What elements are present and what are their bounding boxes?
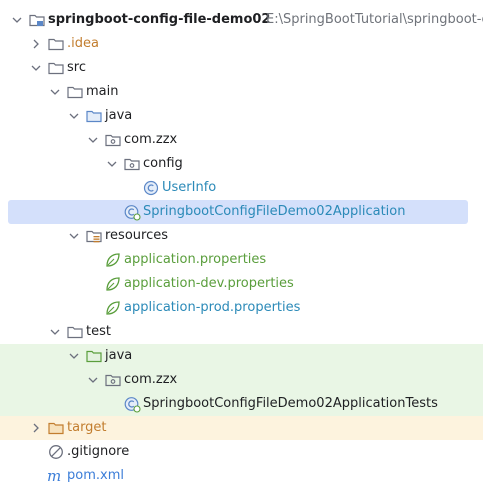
- tree-row-target[interactable]: target: [0, 416, 483, 440]
- source-folder-icon: [86, 110, 102, 123]
- tree-row-gitignore[interactable]: .gitignore: [0, 440, 483, 464]
- application-class-label: SpringbootConfigFileDemo02Application: [143, 204, 406, 219]
- tree-row-main-java[interactable]: java: [0, 104, 483, 128]
- main-folder-label: main: [86, 84, 119, 99]
- pom-label: pom.xml: [67, 468, 124, 483]
- idea-folder-label: .idea: [67, 36, 99, 51]
- tree-row-project-root[interactable]: springboot-config-file-demo02 E:\SpringB…: [0, 8, 483, 32]
- package-icon: [105, 134, 121, 147]
- test-folder-label: test: [86, 324, 111, 339]
- chevron-down-icon[interactable]: [68, 230, 80, 242]
- tree-row-application-dev-properties[interactable]: application-dev.properties: [0, 272, 483, 296]
- tree-row-main[interactable]: main: [0, 80, 483, 104]
- gitignore-icon: [49, 445, 63, 459]
- spring-boot-class-icon: [124, 397, 141, 413]
- config-package-label: config: [143, 156, 183, 171]
- tree-row-resources[interactable]: resources: [0, 224, 483, 248]
- project-tree: springboot-config-file-demo02 E:\SpringB…: [0, 0, 483, 490]
- chevron-right-icon[interactable]: [30, 422, 42, 434]
- tree-row-test-package[interactable]: com.zzx: [0, 368, 483, 392]
- project-name: springboot-config-file-demo02: [48, 12, 271, 27]
- application-dev-properties-label: application-dev.properties: [124, 276, 294, 291]
- main-java-folder-label: java: [105, 108, 133, 123]
- tree-row-pom[interactable]: m pom.xml: [0, 464, 483, 488]
- resources-folder-icon: [86, 230, 102, 243]
- chevron-down-icon[interactable]: [68, 110, 80, 122]
- test-package-label: com.zzx: [124, 372, 178, 387]
- folder-icon: [48, 422, 64, 435]
- tree-row-main-package[interactable]: com.zzx: [0, 128, 483, 152]
- tree-row-application-class[interactable]: SpringbootConfigFileDemo02Application: [0, 200, 483, 224]
- module-folder-icon: [29, 14, 45, 27]
- src-folder-label: src: [67, 60, 86, 75]
- svg-text:m: m: [47, 467, 61, 485]
- application-properties-label: application.properties: [124, 252, 267, 267]
- tree-row-userinfo[interactable]: UserInfo: [0, 176, 483, 200]
- chevron-down-icon[interactable]: [106, 158, 118, 170]
- spring-boot-class-icon: [124, 205, 141, 221]
- source-folder-icon: [86, 350, 102, 363]
- resources-folder-label: resources: [105, 228, 169, 243]
- maven-icon: m: [47, 467, 61, 485]
- folder-icon: [48, 62, 64, 75]
- folder-icon: [67, 326, 83, 339]
- chevron-right-icon[interactable]: [30, 38, 42, 50]
- chevron-down-icon[interactable]: [30, 62, 42, 74]
- folder-icon: [67, 86, 83, 99]
- chevron-down-icon[interactable]: [87, 374, 99, 386]
- spring-properties-icon: [106, 277, 120, 291]
- chevron-down-icon[interactable]: [49, 86, 61, 98]
- spring-properties-icon: [106, 301, 120, 315]
- target-folder-label: target: [67, 420, 107, 435]
- userinfo-class-label: UserInfo: [162, 180, 217, 195]
- tree-row-idea[interactable]: .idea: [0, 32, 483, 56]
- project-path: E:\SpringBootTutorial\springboot-c: [266, 12, 483, 27]
- spring-properties-icon: [106, 253, 120, 267]
- application-prod-properties-label: application-prod.properties: [124, 300, 301, 315]
- folder-icon: [48, 38, 64, 51]
- chevron-down-icon[interactable]: [87, 134, 99, 146]
- tree-row-test-class[interactable]: SpringbootConfigFileDemo02ApplicationTes…: [0, 392, 483, 416]
- tree-row-application-prod-properties[interactable]: application-prod.properties: [0, 296, 483, 320]
- tree-row-application-properties[interactable]: application.properties: [0, 248, 483, 272]
- tree-row-config[interactable]: config: [0, 152, 483, 176]
- chevron-down-icon[interactable]: [68, 350, 80, 362]
- chevron-down-icon[interactable]: [49, 326, 61, 338]
- test-class-label: SpringbootConfigFileDemo02ApplicationTes…: [143, 396, 438, 411]
- tree-row-test-java[interactable]: java: [0, 344, 483, 368]
- chevron-down-icon[interactable]: [11, 14, 23, 26]
- package-icon: [124, 158, 140, 171]
- class-icon: [143, 180, 159, 196]
- test-java-folder-label: java: [105, 348, 133, 363]
- package-icon: [105, 374, 121, 387]
- main-package-label: com.zzx: [124, 132, 178, 147]
- tree-row-src[interactable]: src: [0, 56, 483, 80]
- tree-row-test[interactable]: test: [0, 320, 483, 344]
- gitignore-label: .gitignore: [67, 444, 130, 459]
